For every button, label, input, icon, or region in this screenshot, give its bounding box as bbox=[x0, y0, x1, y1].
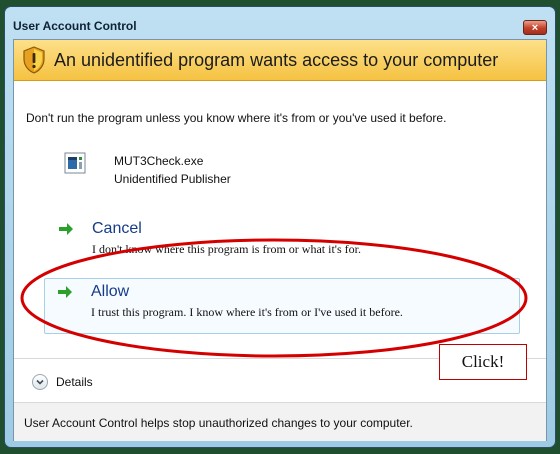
footer: User Account Control helps stop unauthor… bbox=[14, 402, 546, 441]
footer-text: User Account Control helps stop unauthor… bbox=[24, 416, 413, 430]
close-icon: × bbox=[531, 22, 539, 34]
banner-title: An unidentified program wants access to … bbox=[54, 50, 499, 70]
green-arrow-icon bbox=[59, 223, 73, 235]
program-icon bbox=[64, 152, 86, 174]
close-button[interactable]: × bbox=[523, 20, 547, 35]
program-name: MUT3Check.exe bbox=[114, 154, 204, 168]
program-publisher: Unidentified Publisher bbox=[114, 172, 231, 186]
shield-icon bbox=[23, 46, 45, 74]
click-callout: Click! bbox=[439, 344, 527, 380]
chevron-down-icon bbox=[32, 374, 48, 390]
warning-text: Don't run the program unless you know wh… bbox=[26, 111, 447, 125]
warning-banner: An unidentified program wants access to … bbox=[14, 40, 546, 81]
window-title: User Account Control bbox=[13, 19, 137, 33]
uac-dialog: User Account Control × An unidentified p… bbox=[4, 6, 556, 448]
highlight-ellipse bbox=[20, 238, 528, 358]
details-label: Details bbox=[56, 375, 93, 389]
title-bar[interactable]: User Account Control × bbox=[5, 7, 555, 39]
